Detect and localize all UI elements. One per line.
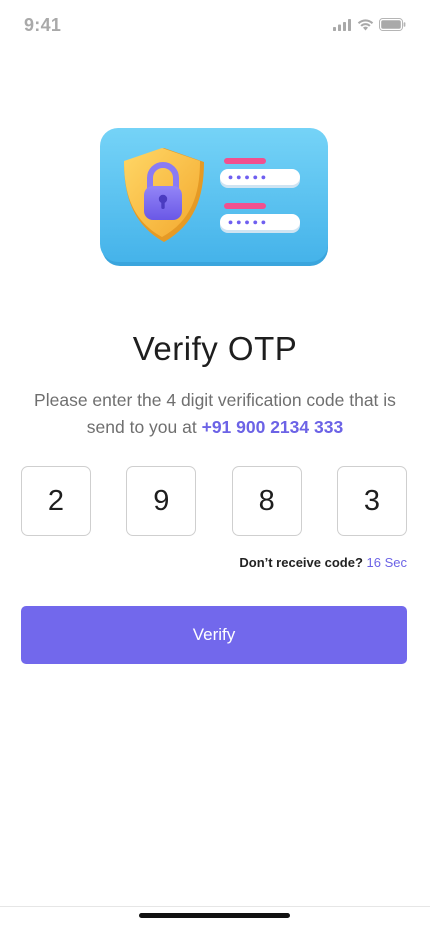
resend-timer[interactable]: 16 Sec [367,555,407,570]
otp-digit-1[interactable]: 2 [21,466,91,536]
otp-digit-2[interactable]: 9 [126,466,197,536]
home-indicator[interactable] [139,913,290,918]
instructions-line-1: Please enter the 4 digit verification co… [34,390,396,410]
resend-label: Don’t receive code? [239,555,367,570]
resend-code: Don’t receive code? 16 Sec [239,555,407,570]
otp-digit-3[interactable]: 8 [231,466,302,536]
page-title: Verify OTP [132,330,298,367]
signal-icon [333,18,351,31]
password-mask-top: ••••• [227,172,268,185]
battery-icon [379,18,406,31]
wifi-icon [357,18,374,30]
bottom-divider [0,906,430,907]
status-bar: 9:41 [0,0,430,54]
phone-number: +91 900 2134 333 [201,417,344,437]
otp-digit-4[interactable]: 3 [336,466,407,536]
status-icons [333,18,406,31]
instructions-text: Please enter the 4 digit verification co… [20,387,410,441]
shield-lock-card-illustration: ••••• ••••• [100,128,328,266]
verify-button[interactable]: Verify [21,606,407,664]
instructions-line-2: send to you at [86,417,202,437]
status-time: 9:41 [24,15,62,35]
otp-input-group: 2 9 8 3 [21,466,407,536]
password-mask-bottom: ••••• [227,217,268,230]
